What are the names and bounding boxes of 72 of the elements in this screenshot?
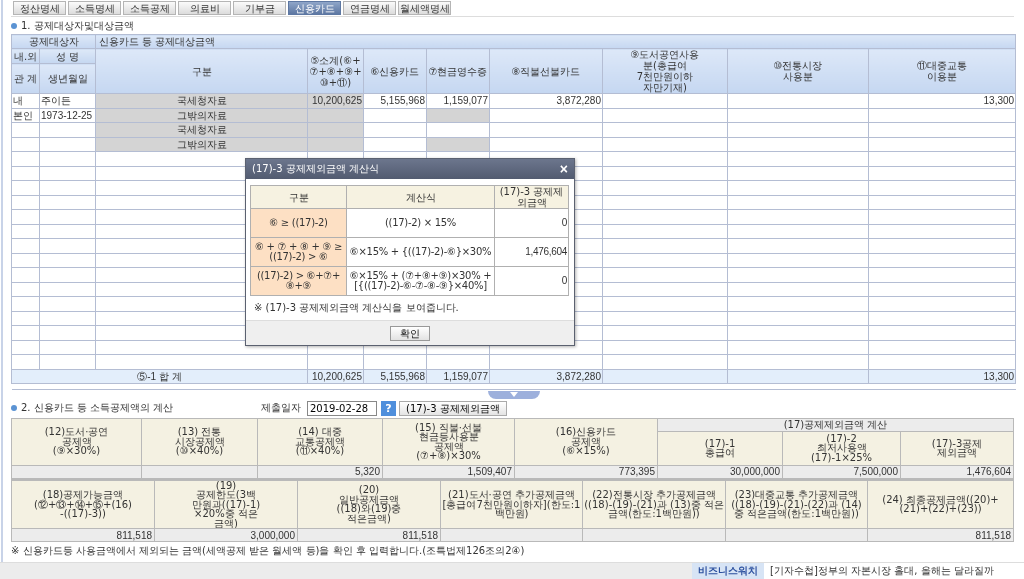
exclusion-button[interactable]: (17)-3 공제제외금액: [399, 400, 507, 416]
table-cell: 13,300: [868, 93, 1016, 108]
table-cell: 1,159,077: [426, 93, 490, 108]
news-source: 비즈니스워치: [692, 563, 764, 579]
ok-button[interactable]: 확인: [390, 325, 430, 341]
column-header: (12)도서·공연 공제액 (⑨×30%): [11, 418, 142, 465]
table-cell: ⑥ ≥ ((17)-2): [250, 208, 347, 238]
column-header: ⑨도서공연사용 분(총급여 7천만원이하 자만기재): [602, 48, 728, 94]
tab[interactable]: 기부금: [233, 1, 286, 15]
column-header: ⑥신용카드: [363, 48, 427, 94]
column-header: (16)신용카드 공제액 (⑥×15%): [514, 418, 658, 465]
tab[interactable]: 소득명세: [68, 1, 121, 15]
column-header: (20) 일반공제금액 ((18)와(19)중 적은금액): [297, 479, 441, 529]
column-header: (19) 공제한도(3백 만원과((17)-1) ×20%중 적은 금액): [154, 479, 298, 529]
section-title: 1. 공제대상자및대상금액: [21, 18, 134, 33]
news-headline[interactable]: [기자수첩]정부의 자본시장 홀대, 올해는 달라질까: [764, 563, 1024, 579]
column-header: 계산식: [346, 185, 495, 209]
dialog-title: (17)-3 공제제외금액 계산식: [252, 162, 379, 176]
tab[interactable]: 정산명세: [13, 1, 66, 15]
field-label: 제출일자: [261, 401, 301, 415]
table-cell: 3,872,280: [489, 93, 603, 108]
column-header: (17)-3 공제제외금액: [494, 185, 569, 209]
column-header: (13) 전통 시장공제액 (⑩×40%): [141, 418, 258, 465]
column-header: 구분: [250, 185, 347, 209]
column-header: (23)대중교통 추가공제금액((18)-(19)-(21)-(22)과 (14)중 적은금액(한도:1백만원)): [725, 479, 868, 529]
tab[interactable]: 의료비: [178, 1, 231, 15]
table-cell: 1973-12-25: [39, 108, 96, 123]
bullet-icon: [11, 22, 17, 29]
table-cell: 본인: [11, 108, 40, 123]
column-header: (18)공제가능금액(⑫+⑬+⑭+⑮+(16) -((17)-3)): [11, 479, 155, 529]
dialog-note: ※ (17)-3 공제제외금액 계산식을 보여줍니다.: [254, 302, 459, 313]
column-header: 관 계: [11, 63, 40, 94]
column-header: (17)공제제외금액 계산: [657, 418, 1014, 431]
column-header: 구분: [95, 48, 308, 94]
table-cell: ⑥ + ⑦ + ⑧ + ⑨ ≥ ((17)-2) > ⑥: [250, 237, 347, 267]
column-header: (14) 대중 교통공제액 (⑪×40%): [257, 418, 383, 465]
table-cell: 1,476,604: [494, 237, 569, 267]
column-header: (24) 최종공제금액((20)+(21)+(22)+(23)): [867, 479, 1014, 529]
column-header: 신용카드 등 공제대상금액: [95, 34, 1016, 49]
table-cell: 내: [11, 93, 40, 108]
table-cell: ⑥×15% + (⑦+⑧+⑨)×30% + [{((17)-2)-⑥-⑦-⑧-⑨}×40%]: [346, 266, 495, 296]
column-header: (17)-1 총급여: [657, 431, 783, 465]
column-header: (17)-3공제 제외금액: [900, 431, 1014, 465]
column-header: (21)도서·공연 추가공제금액[총급여7천만원이하자](한도:1백만원): [440, 479, 583, 529]
section-title: 2. 신용카드 등 소득공제액의 계산: [21, 401, 174, 415]
table-cell: 0: [494, 208, 569, 238]
column-header: (15) 직불·선불 현금등사용분 공제액 (⑦+⑧)×30%: [382, 418, 515, 465]
table-cell: ((17)-2) > ⑥+⑦+ ⑧+⑨: [250, 266, 347, 296]
tab[interactable]: 소득공제: [123, 1, 176, 15]
table-cell: ((17)-2) × 15%: [346, 208, 495, 238]
column-header: ⑪대중교통 이용분: [868, 48, 1016, 94]
table-cell: 5,155,968: [363, 93, 427, 108]
column-header: ⑤소계(⑥+ ⑦+⑧+⑨+ ⑩+⑪): [307, 48, 364, 94]
column-header: 생년월일: [39, 63, 96, 94]
column-header: ⑦현금영수증: [426, 48, 490, 94]
tab[interactable]: 연금명세: [343, 1, 396, 15]
caret-icon: [510, 392, 518, 397]
column-header: ⑩전통시장 사용분: [727, 48, 869, 94]
column-header: (22)전통시장 추가공제금액((18)-(19)-(21)과 (13)중 적은금액(한도:1백만원)): [582, 479, 726, 529]
close-button[interactable]: ×: [559, 162, 568, 176]
note-text: ※ 신용카드등 사용금액에서 제외되는 금액(세액공제 받은 월세액 등)을 확인 후 입력합니다.(조특법제126조의2④): [11, 545, 525, 556]
table-cell: 주이든: [39, 93, 96, 108]
date-field[interactable]: 2019-02-28: [307, 400, 377, 416]
column-header: ⑧직불선불카드: [489, 48, 603, 94]
table-cell: 0: [494, 266, 569, 296]
tab[interactable]: 신용카드: [288, 1, 341, 15]
collapse-button[interactable]: [488, 390, 540, 399]
tab[interactable]: 월세액명세: [398, 1, 451, 15]
table-cell: ⑥×15% + {((17)-2)-⑥}×30%: [346, 237, 495, 267]
column-header: (17)-2 최저사용액 (17)-1×25%: [782, 431, 901, 465]
bullet-icon: [11, 405, 17, 411]
column-header: 공제대상자: [11, 34, 96, 49]
